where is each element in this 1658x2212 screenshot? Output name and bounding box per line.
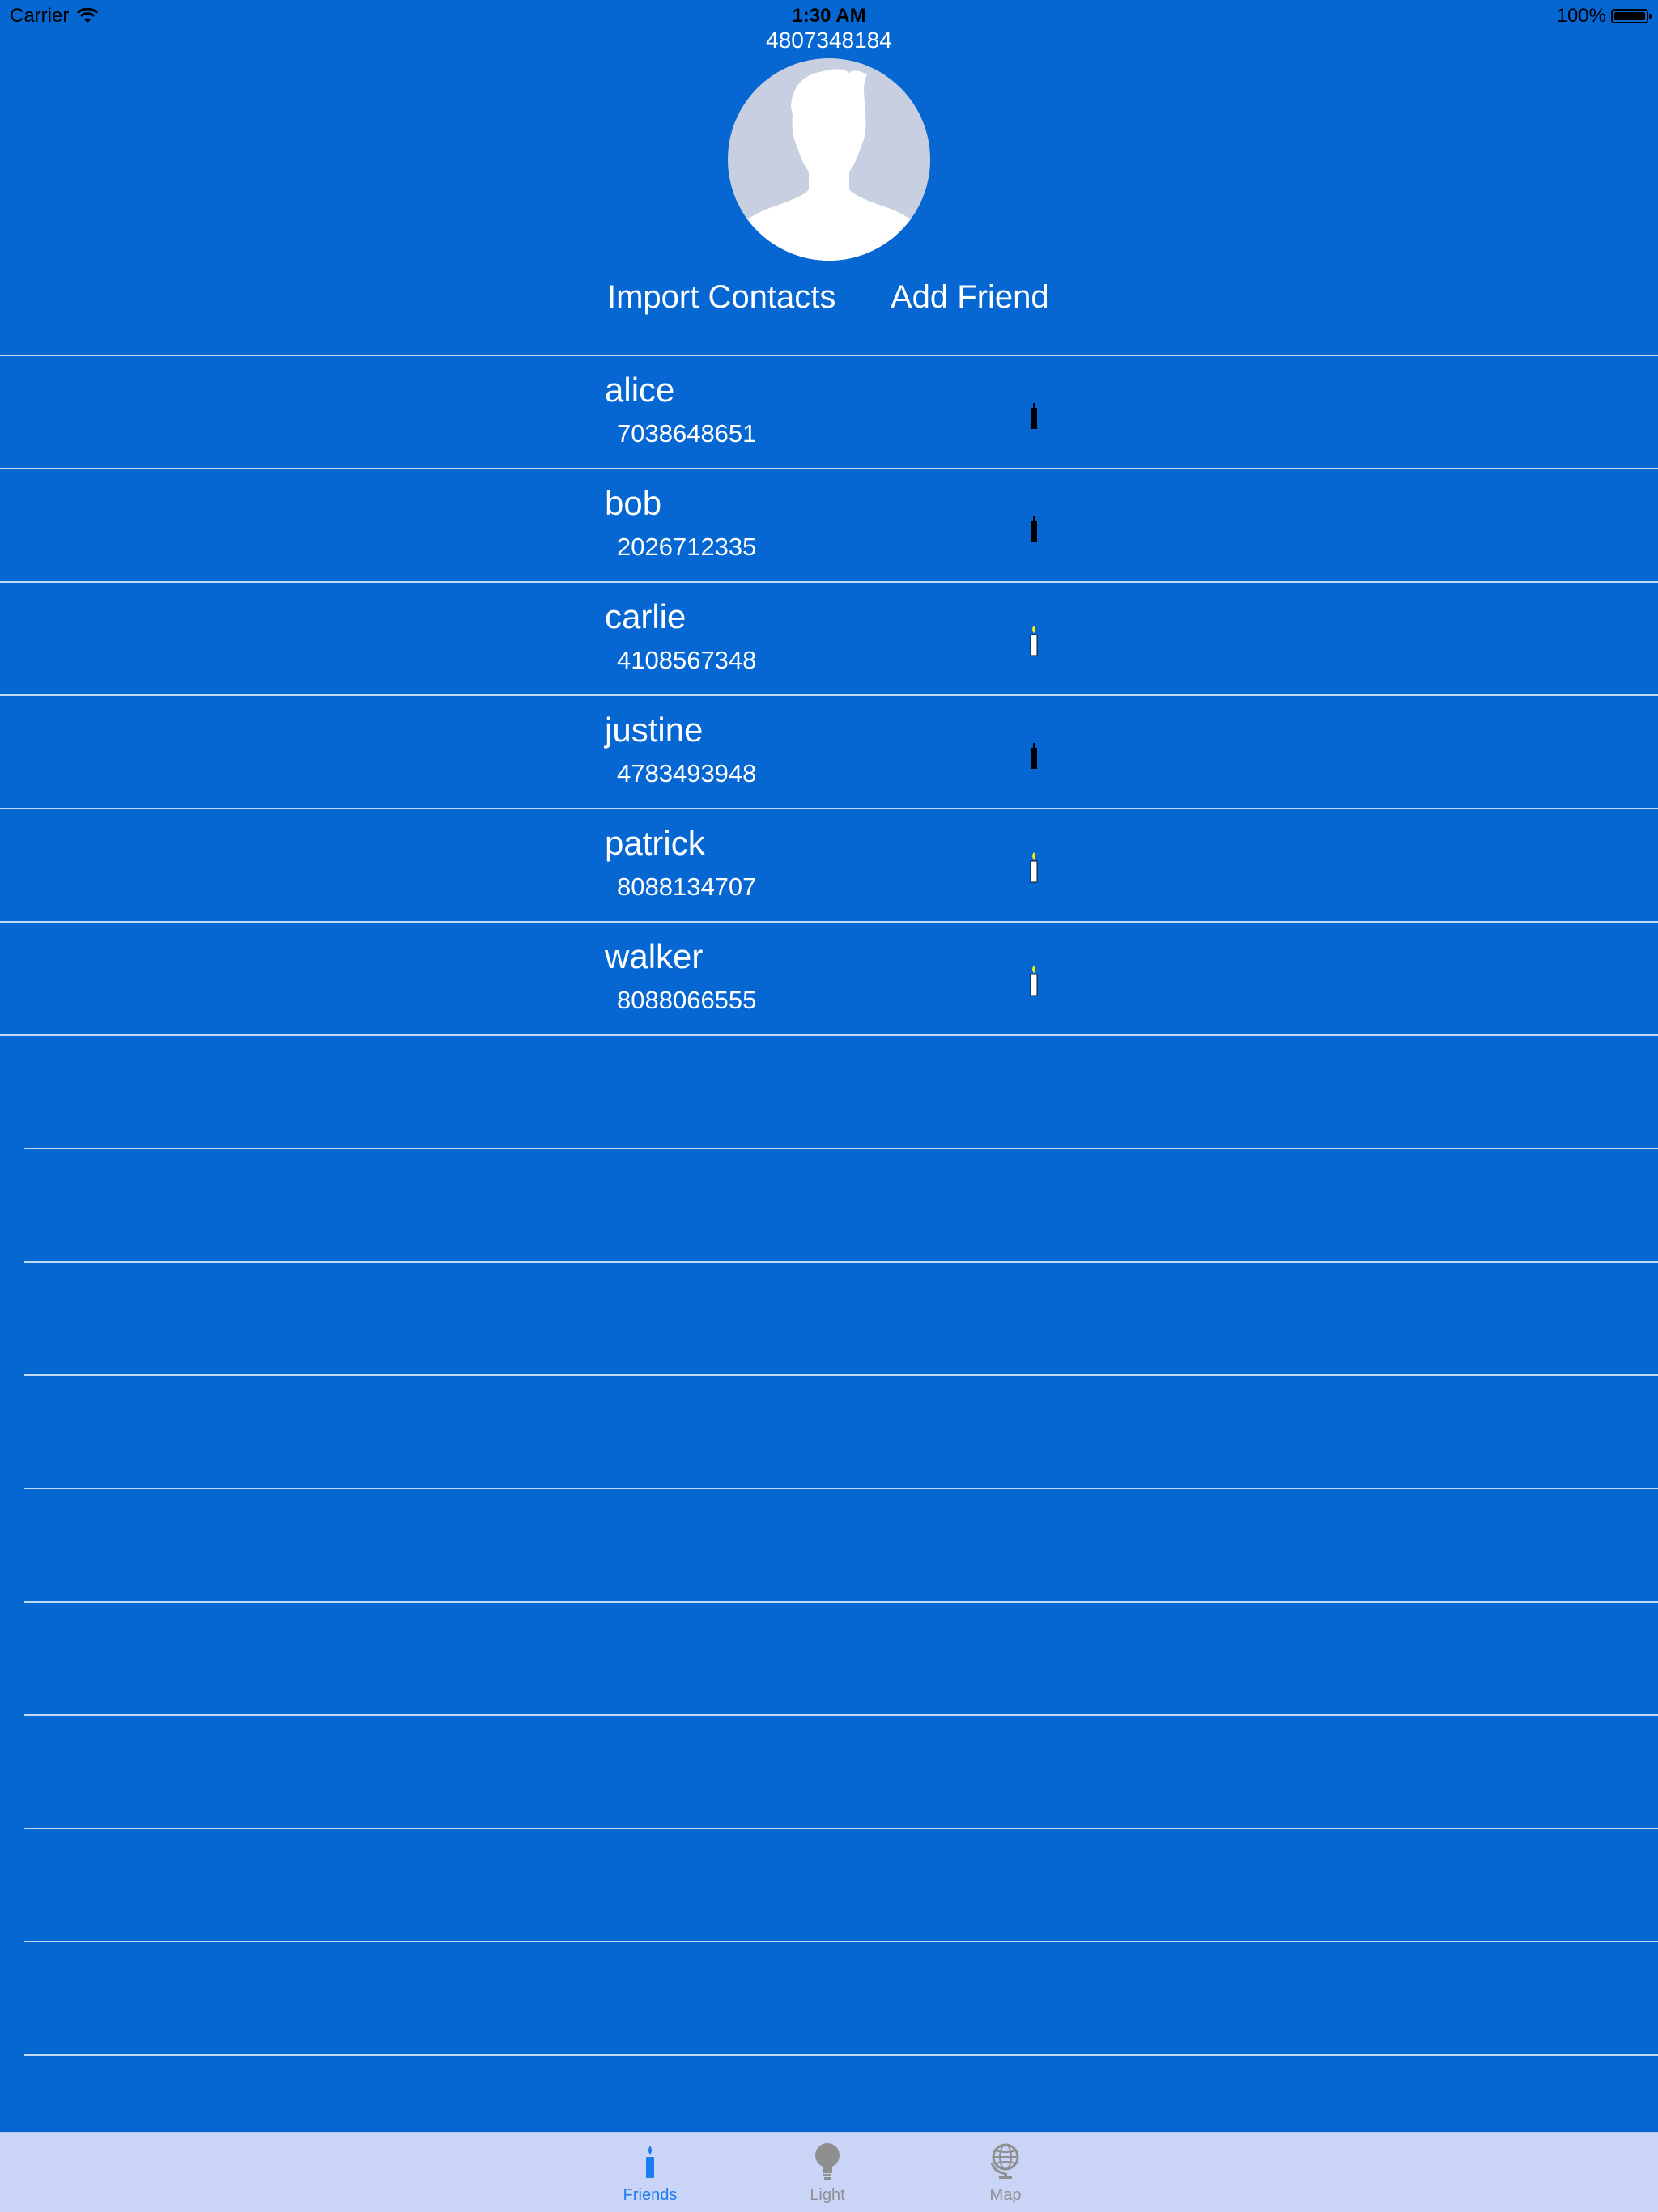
table-row[interactable]: patrick 8088134707 [0,809,1658,923]
header-actions: Import Contacts Add Friend [0,279,1658,328]
friend-name: bob [605,484,662,522]
friend-phone: 8088134707 [617,872,757,901]
empty-row [24,1603,1658,1716]
friends-table: alice 7038648651 bob 2026712335 carlie 4… [0,355,1658,1036]
tab-friends-label: Friends [623,2186,678,2204]
empty-table-rows [0,1036,1658,2056]
table-row[interactable]: justine 4783493948 [0,696,1658,809]
empty-row [24,1149,1658,1263]
friend-phone: 8088066555 [617,986,757,1014]
friend-name: carlie [605,597,687,635]
friend-phone: 4783493948 [617,759,757,788]
status-time: 1:30 AM [792,5,866,27]
table-row[interactable]: carlie 4108567348 [0,583,1658,696]
tab-map-label: Map [989,2186,1022,2204]
avatar[interactable] [728,58,930,261]
friend-phone: 2026712335 [617,533,757,561]
empty-row [24,1263,1658,1376]
tab-light[interactable]: Light [779,2141,876,2205]
tab-light-label: Light [810,2186,845,2204]
status-battery: 100% [1556,5,1652,28]
empty-row [24,1829,1658,1942]
import-contacts-button[interactable]: Import Contacts [607,279,835,316]
globe-icon [990,2143,1019,2179]
empty-row [24,1036,1658,1149]
unlit-candle-icon [1031,516,1037,542]
my-phone-number: 4807348184 [766,28,892,53]
candle-icon [646,2146,654,2178]
tab-map[interactable]: Map [957,2141,1054,2205]
unlit-candle-icon [1031,743,1037,769]
table-row[interactable]: alice 7038648651 [0,356,1658,469]
unlit-candle-icon [1031,403,1037,429]
table-row[interactable]: walker 8088066555 [0,923,1658,1036]
friend-phone: 7038648651 [617,419,757,448]
battery-percent: 100% [1556,5,1606,27]
battery-icon [1611,9,1652,23]
friend-phone: 4108567348 [617,646,757,674]
lit-candle-icon [1030,852,1038,883]
lightbulb-icon [815,2143,840,2180]
empty-row [24,1489,1658,1603]
friend-name: alice [605,371,675,409]
table-row[interactable]: bob 2026712335 [0,469,1658,583]
friend-name: justine [605,711,704,749]
friend-name: patrick [605,824,705,862]
tab-bar: Friends Light Map [0,2132,1658,2212]
lit-candle-icon [1030,966,1038,996]
person-silhouette-icon [728,69,930,261]
add-friend-button[interactable]: Add Friend [891,279,1049,316]
empty-row [24,1716,1658,1829]
empty-row [24,1942,1658,2056]
lit-candle-icon [1030,626,1038,656]
friend-name: walker [605,937,704,975]
empty-row [24,1376,1658,1489]
tab-friends[interactable]: Friends [602,2141,699,2205]
